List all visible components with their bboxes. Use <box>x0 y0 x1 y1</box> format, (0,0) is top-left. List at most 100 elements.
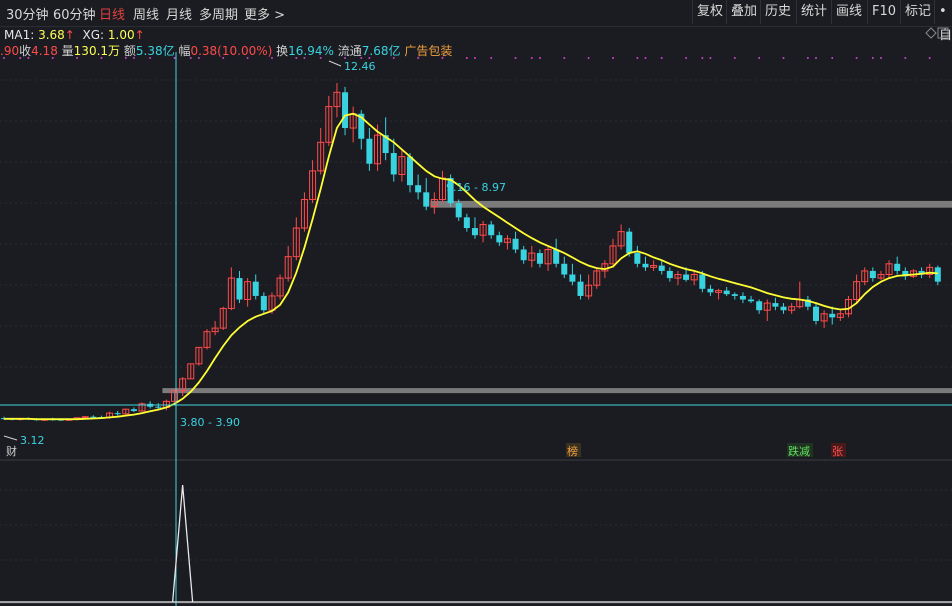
period-30min[interactable]: 30分钟 <box>6 4 49 23</box>
signal-dot <box>806 57 809 59</box>
candle <box>382 117 389 161</box>
candle-body <box>748 299 755 302</box>
candle-body <box>366 138 373 164</box>
candle <box>9 417 16 421</box>
candle <box>861 267 869 286</box>
candle-body <box>488 224 495 236</box>
candle-body <box>918 270 925 275</box>
candle-body <box>723 290 730 295</box>
candle <box>512 231 519 254</box>
candle-body <box>300 198 308 229</box>
candle <box>731 292 738 300</box>
candle-body <box>861 270 869 283</box>
candle-body <box>626 231 633 254</box>
candle <box>366 128 373 171</box>
candle <box>642 256 649 271</box>
candle-body <box>155 406 162 408</box>
candle <box>577 274 584 300</box>
tag-list[interactable]: 榜 <box>567 444 578 458</box>
candle <box>690 270 698 286</box>
ma-value: 3.68 <box>38 28 65 42</box>
candle <box>813 303 819 325</box>
history-button[interactable]: 历史 <box>760 0 795 24</box>
tag-finance[interactable]: 财 <box>6 444 17 458</box>
candle <box>187 363 195 380</box>
period-multi[interactable]: 多周期 <box>199 4 238 23</box>
restore-rights-button[interactable]: 复权 <box>692 0 727 24</box>
custom-button[interactable]: •自 <box>934 0 952 43</box>
candle <box>90 415 97 419</box>
close-value: 4.18 <box>31 44 58 58</box>
candle <box>788 303 796 314</box>
candle <box>130 407 137 413</box>
signal-dot <box>660 57 663 59</box>
candle <box>593 267 601 289</box>
price-chart[interactable]: 12.46 3.12 9.16 - 8.97 3.80 - 3.90 财 榜 跌… <box>0 0 952 606</box>
candle <box>617 224 625 250</box>
candle-body <box>430 198 438 208</box>
period-weekly[interactable]: 周线 <box>133 4 159 23</box>
candle <box>885 260 893 279</box>
tag-rise[interactable]: 张 <box>832 445 843 458</box>
f10-button[interactable]: F10 <box>867 0 900 24</box>
candle-body <box>683 274 690 280</box>
candle <box>65 418 73 421</box>
period-monthly[interactable]: 月线 <box>166 4 192 23</box>
candle-body <box>260 295 267 311</box>
candlesticks <box>1 83 941 421</box>
candle-body <box>438 177 446 200</box>
diamond-icon[interactable] <box>925 27 937 39</box>
candle-body <box>90 416 97 418</box>
candle-body <box>601 263 609 272</box>
candle <box>349 106 357 143</box>
candle <box>536 249 543 268</box>
candle-body <box>81 416 89 419</box>
candle <box>203 329 211 350</box>
period-60min[interactable]: 60分钟 <box>53 4 96 23</box>
tag-reduce[interactable]: 跌减 <box>788 444 810 458</box>
lower-range-label: 3.80 - 3.90 <box>180 416 240 429</box>
candle-body <box>853 281 861 301</box>
candle-body <box>650 265 658 268</box>
statistics-button[interactable]: 统计 <box>796 0 831 24</box>
more-periods-menu[interactable]: 更多 > <box>244 4 285 23</box>
mark-button[interactable]: 标记 <box>900 0 935 24</box>
candle <box>252 274 259 300</box>
candle <box>934 265 941 286</box>
candle <box>650 260 658 271</box>
ma-line <box>4 112 938 421</box>
signal-dot <box>530 57 533 59</box>
signal-dot <box>644 57 647 59</box>
candle-body <box>398 156 406 175</box>
candle-body <box>65 418 73 421</box>
candle <box>407 153 413 193</box>
candle-body <box>666 270 673 279</box>
tag-rise-bg <box>831 443 846 457</box>
candle-body <box>25 418 32 420</box>
candle <box>634 245 641 268</box>
candle-body <box>1 418 7 420</box>
candle <box>877 270 885 280</box>
signal-dot <box>473 57 476 59</box>
candle-body <box>813 306 819 321</box>
signal-dot <box>831 57 834 59</box>
candle <box>195 346 203 366</box>
candle-body <box>138 403 146 412</box>
candle-body <box>455 203 462 218</box>
candle <box>756 299 763 314</box>
candle-body <box>739 295 746 300</box>
candle-body <box>187 363 195 380</box>
period-daily[interactable]: 日线 <box>99 4 125 23</box>
candle <box>479 220 487 243</box>
overlay-button[interactable]: 叠加 <box>726 0 761 24</box>
candle <box>219 306 227 330</box>
candle <box>415 174 422 200</box>
industry-label[interactable]: 广告包装 <box>404 44 452 58</box>
draw-line-button[interactable]: 画线 <box>831 0 866 24</box>
candle <box>227 267 235 311</box>
candle <box>155 403 162 410</box>
candle <box>447 174 454 207</box>
candle <box>520 245 527 264</box>
top-toolbar: 30分钟 60分钟 日线 周线 月线 多周期 更多 > 复权 叠加 历史 统计 … <box>0 0 952 43</box>
candle-body <box>252 281 259 296</box>
